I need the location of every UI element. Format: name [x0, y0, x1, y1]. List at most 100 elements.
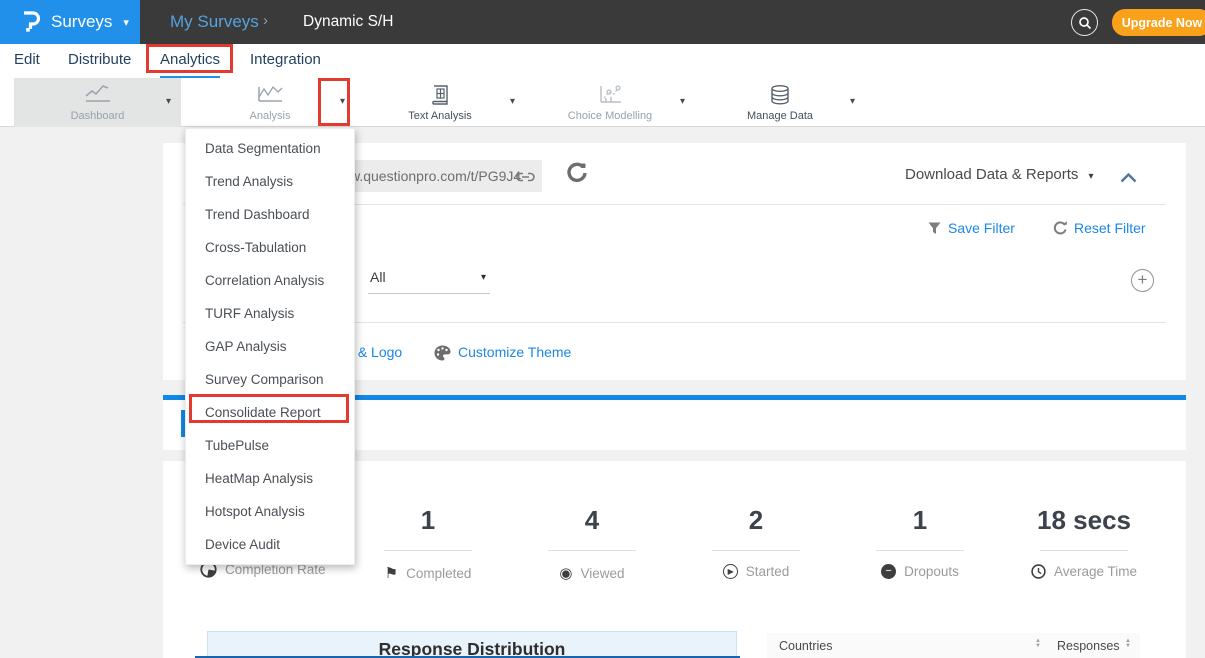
- add-filter-button[interactable]: +: [1131, 269, 1154, 292]
- customize-theme-link[interactable]: Customize Theme: [458, 344, 571, 360]
- minus-circle-icon: −: [881, 564, 896, 579]
- chevron-down-icon: ▾: [481, 272, 486, 283]
- survey-nav-tabs: Edit Distribute Analytics Integration: [0, 44, 1205, 78]
- stat-completed: 1 ⚑ Completed: [348, 461, 508, 582]
- download-data-reports-label: Download Data & Reports: [905, 166, 1078, 183]
- menu-item-trend-analysis[interactable]: Trend Analysis: [186, 165, 354, 198]
- menu-item-correlation-analysis[interactable]: Correlation Analysis: [186, 264, 354, 297]
- search-icon: [1078, 16, 1092, 30]
- sort-icon[interactable]: ▲▼: [1125, 639, 1131, 649]
- stat-completed-label: Completed: [406, 566, 471, 581]
- divider: [1040, 550, 1128, 551]
- stat-dropouts: 1 −Dropouts: [840, 461, 1000, 579]
- stat-average-time: 18 secs Average Time: [1004, 461, 1164, 579]
- line-chart-icon: [256, 84, 284, 108]
- stat-dropouts-label: Dropouts: [904, 564, 959, 579]
- tab-distribute[interactable]: Distribute: [68, 44, 131, 78]
- divider: [876, 550, 964, 551]
- toolbar-manage-data-label: Manage Data: [695, 110, 865, 122]
- toolbar-dashboard-label: Dashboard: [14, 110, 181, 122]
- toolbar-analysis-label: Analysis: [185, 110, 355, 122]
- chevron-down-icon[interactable]: ▾: [166, 96, 171, 107]
- database-icon: [768, 84, 792, 111]
- survey-url-text: w.questionpro.com/t/PG9J4: [350, 160, 521, 192]
- globe-lock-icon[interactable]: [566, 162, 588, 189]
- stat-dropouts-value: 1: [840, 505, 1000, 536]
- menu-item-turf-analysis[interactable]: TURF Analysis: [186, 297, 354, 330]
- toolbar-manage-data[interactable]: Manage Data ▾: [695, 78, 865, 127]
- menu-item-hotspot-analysis[interactable]: Hotspot Analysis: [186, 495, 354, 528]
- toolbar-text-analysis-label: Text Analysis: [355, 110, 525, 122]
- reset-icon: [1053, 221, 1067, 235]
- divider: [548, 550, 636, 551]
- upgrade-now-button[interactable]: Upgrade Now: [1112, 9, 1205, 36]
- menu-item-heatmap-analysis[interactable]: HeatMap Analysis: [186, 462, 354, 495]
- breadcrumb-current-survey: Dynamic S/H: [303, 0, 393, 44]
- menu-item-survey-comparison[interactable]: Survey Comparison: [186, 363, 354, 396]
- filter-all-value: All: [370, 269, 386, 285]
- top-header-bar: Surveys ▾ My Surveys › Dynamic S/H Upgra…: [0, 0, 1205, 44]
- stat-started-label: Started: [746, 564, 790, 579]
- flag-icon: ⚑: [385, 564, 398, 582]
- scatter-chart-icon: [597, 84, 623, 109]
- divider: [384, 550, 472, 551]
- surveys-menu-button[interactable]: Surveys ▾: [0, 0, 140, 44]
- chevron-down-icon: ▾: [1088, 171, 1093, 182]
- toolbar-choice-modelling[interactable]: Choice Modelling ▾: [525, 78, 695, 127]
- eye-icon: ◉: [559, 564, 572, 582]
- clock-icon: [1031, 564, 1046, 579]
- document-grid-icon: [429, 84, 451, 111]
- chevron-down-icon[interactable]: ▾: [510, 96, 515, 107]
- surveys-menu-label: Surveys: [51, 12, 112, 32]
- stat-started: 2 ▶Started: [676, 461, 836, 579]
- questionpro-logo-icon: [20, 10, 42, 34]
- countries-column-header[interactable]: Countries: [779, 639, 833, 653]
- download-data-reports-dropdown[interactable]: Download Data & Reports ▾: [905, 166, 1093, 183]
- line-chart-icon: [84, 84, 112, 108]
- breadcrumb-my-surveys[interactable]: My Surveys: [170, 0, 259, 44]
- reset-filter-button[interactable]: Reset Filter: [1053, 220, 1146, 236]
- save-filter-button[interactable]: Save Filter: [928, 220, 1015, 236]
- toolbar-text-analysis[interactable]: Text Analysis ▾: [355, 78, 525, 127]
- breadcrumb-separator: ›: [263, 0, 268, 44]
- reset-filter-label: Reset Filter: [1074, 220, 1146, 236]
- chevron-down-icon[interactable]: ▾: [340, 96, 345, 107]
- save-filter-label: Save Filter: [948, 220, 1015, 236]
- palette-icon: [434, 345, 451, 366]
- toolbar-dashboard[interactable]: Dashboard ▾: [14, 78, 181, 127]
- stat-average-time-label: Average Time: [1054, 564, 1137, 579]
- link-icon[interactable]: [516, 170, 535, 188]
- divider: [712, 550, 800, 551]
- menu-item-data-segmentation[interactable]: Data Segmentation: [186, 132, 354, 165]
- tab-integration[interactable]: Integration: [250, 44, 321, 78]
- analytics-toolbar: Dashboard ▾ Analysis ▾ Text Analysis ▾ C…: [0, 78, 1205, 127]
- menu-item-consolidate-report[interactable]: Consolidate Report: [186, 396, 354, 429]
- menu-item-device-audit[interactable]: Device Audit: [186, 528, 354, 561]
- sort-icon[interactable]: ▲▼: [1035, 639, 1041, 649]
- funnel-icon: [928, 222, 941, 235]
- menu-item-gap-analysis[interactable]: GAP Analysis: [186, 330, 354, 363]
- countries-table-header: Countries ▲▼ Responses ▲▼: [767, 633, 1140, 658]
- stat-completed-value: 1: [348, 505, 508, 536]
- chevron-down-icon[interactable]: ▾: [680, 96, 685, 107]
- stat-viewed: 4 ◉ Viewed: [512, 461, 672, 582]
- stat-average-time-value: 18 secs: [1004, 505, 1164, 536]
- chevron-down-icon: ▾: [123, 16, 129, 29]
- menu-item-tubepulse[interactable]: TubePulse: [186, 429, 354, 462]
- tab-edit[interactable]: Edit: [14, 44, 40, 78]
- search-button[interactable]: [1071, 9, 1098, 36]
- chevron-down-icon[interactable]: ▾: [850, 96, 855, 107]
- stat-viewed-value: 4: [512, 505, 672, 536]
- play-circle-icon: ▶: [723, 564, 738, 579]
- toolbar-choice-modelling-label: Choice Modelling: [525, 110, 695, 122]
- response-distribution-header: Response Distribution: [207, 631, 737, 658]
- filter-all-dropdown[interactable]: All ▾: [368, 266, 490, 294]
- responses-column-header[interactable]: Responses: [1057, 639, 1120, 653]
- toolbar-analysis[interactable]: Analysis ▾: [185, 78, 355, 127]
- stat-viewed-label: Viewed: [581, 566, 625, 581]
- menu-item-cross-tabulation[interactable]: Cross-Tabulation: [186, 231, 354, 264]
- tab-analytics[interactable]: Analytics: [160, 44, 220, 78]
- collapse-section-button[interactable]: [1120, 170, 1137, 188]
- analysis-menu: Data SegmentationTrend AnalysisTrend Das…: [185, 128, 355, 565]
- menu-item-trend-dashboard[interactable]: Trend Dashboard: [186, 198, 354, 231]
